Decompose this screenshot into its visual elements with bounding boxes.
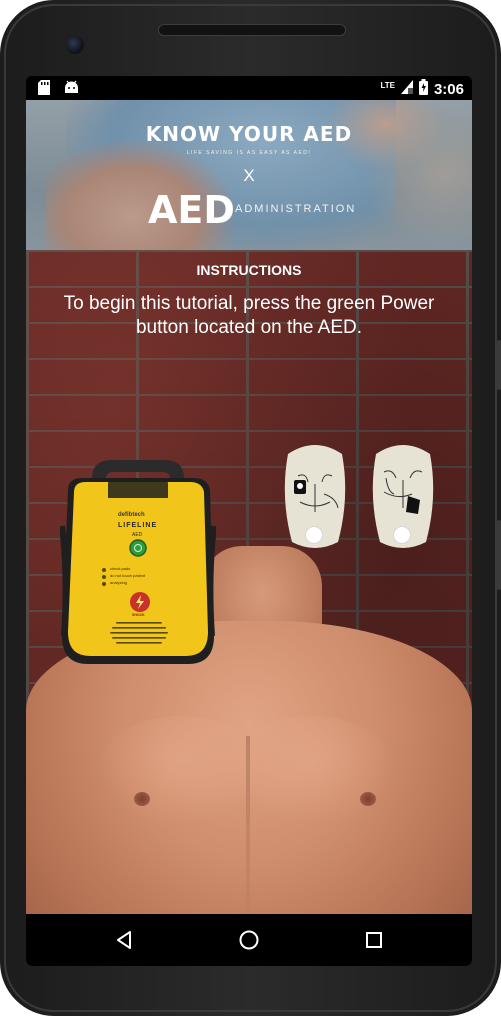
aed-status-line-1: check pads [110,566,131,571]
aed-model: LIFELINE [118,522,157,529]
aed-power-button [129,539,147,557]
patient-nipple-right [360,792,376,806]
sd-card-icon [38,80,50,99]
recents-icon[interactable] [362,928,386,952]
patient-chest-right [226,716,396,826]
app-screen: LTE 3:06 KNOW YOUR AED LIFE SAVING IS AS… [26,76,472,966]
aed-model-top: LIFE [118,522,138,529]
earpiece-speaker [158,24,346,36]
aed-shock-label: SHOCK [132,613,145,617]
patient-nipple-left [134,792,150,806]
header-banner: KNOW YOUR AED LIFE SAVING IS AS EASY AS … [26,100,472,250]
aed-device[interactable]: defibtech LIFELINE AED check pads do not… [59,456,217,668]
network-type: LTE [380,80,395,90]
power-side-button [497,520,501,590]
pad-diagram-left[interactable] [280,442,350,552]
aed-status-line-3: analyzing [110,580,127,585]
clock: 3:06 [433,80,464,98]
aed-status-line-2: do not touch patient [110,573,146,578]
phone-frame: LTE 3:06 KNOW YOUR AED LIFE SAVING IS AS… [0,0,501,1016]
banner-administration: ADMINISTRATION [235,203,357,215]
battery-icon [418,79,428,99]
pad-diagram-right[interactable] [368,442,438,552]
instructions-label: INSTRUCTIONS [196,262,302,278]
pad-select-button-left[interactable] [305,526,323,544]
banner-aed-logo: AED [148,188,235,232]
front-camera [66,36,84,54]
patient-sternum [246,736,250,936]
navigation-bar [26,914,472,966]
aed-brand: defibtech [118,512,145,518]
aed-model-sub: AED [132,532,143,538]
back-icon[interactable] [112,928,136,952]
volume-button [497,340,501,390]
status-bar: LTE 3:06 [26,76,472,100]
aed-model-bottom: LINE [137,522,158,529]
android-icon [64,80,79,99]
pad-select-button-right[interactable] [393,526,411,544]
banner-title: KNOW YOUR AED [145,122,353,146]
home-icon[interactable] [237,928,261,952]
pad-placement-panel [274,442,440,554]
banner-subtitle: LIFE SAVING IS AS EASY AS AED! [186,150,312,156]
signal-icon [400,80,413,98]
banner-separator: X [243,166,255,185]
instructions-text: To begin this tutorial, press the green … [63,293,435,338]
